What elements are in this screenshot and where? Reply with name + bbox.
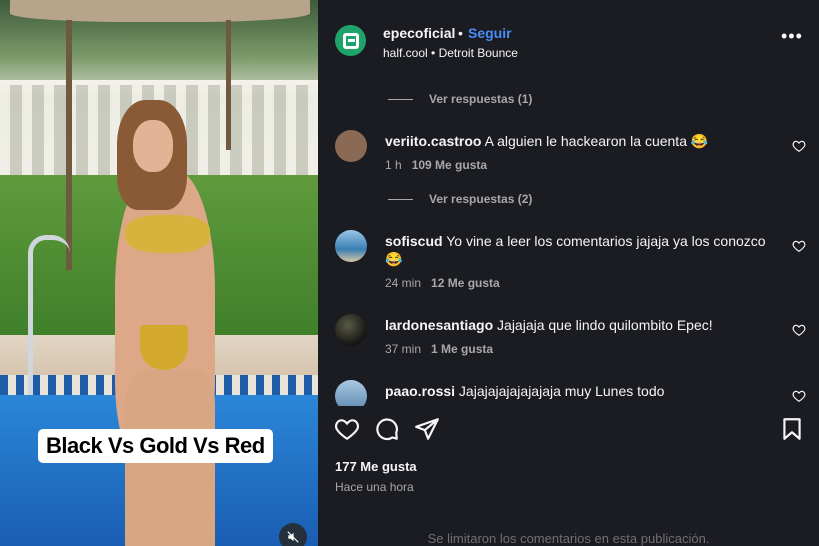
audio-label[interactable]: half.cool • Detroit Bounce — [383, 46, 518, 60]
post-header: epecoficial • Seguir half.cool • Detroit… — [318, 0, 819, 70]
comment-text: lardonesantiago Jajajaja que lindo quilo… — [385, 317, 713, 333]
comment-text: veriito.castroo A alguien le hackearon l… — [385, 133, 709, 149]
avatar[interactable] — [335, 380, 367, 406]
comment-username[interactable]: sofiscud — [385, 233, 443, 249]
comment-username[interactable]: paao.rossi — [385, 383, 455, 399]
comment-icon[interactable] — [374, 416, 400, 442]
post-timestamp[interactable]: Hace una hora — [335, 480, 414, 494]
media-umbrella-pole — [66, 20, 72, 270]
comment-meta: 1 h 109 Me gusta — [385, 158, 488, 172]
username-link[interactable]: epecoficial — [383, 25, 455, 41]
likes-count[interactable]: 177 Me gusta — [335, 459, 417, 474]
comment-username[interactable]: lardonesantiago — [385, 317, 493, 333]
more-options-icon[interactable]: ••• — [781, 27, 803, 45]
comment-meta: 37 min 1 Me gusta — [385, 342, 494, 356]
profile-avatar[interactable] — [335, 25, 366, 56]
comments-list[interactable]: Ver respuestas (1) veriito.castroo A alg… — [318, 76, 819, 406]
comment-meta: 24 min 12 Me gusta — [385, 276, 500, 290]
comment-text: sofiscud Yo vine a leer los comentarios … — [385, 233, 766, 267]
view-replies-button[interactable]: Ver respuestas (1) — [388, 92, 532, 106]
comment-likes[interactable]: 1 Me gusta — [431, 342, 493, 356]
comment-text: paao.rossi Jajajajajajajajaja muy Lunes … — [385, 383, 665, 399]
like-icon[interactable] — [334, 416, 360, 442]
media-person — [95, 100, 245, 546]
avatar[interactable] — [335, 230, 367, 262]
save-bookmark-icon[interactable] — [779, 416, 805, 442]
comments-limited-notice: Se limitaron los comentarios en esta pub… — [427, 531, 710, 546]
video-caption: Black Vs Gold Vs Red — [38, 429, 273, 463]
mute-button[interactable] — [279, 523, 307, 546]
comment-likes[interactable]: 109 Me gusta — [412, 158, 487, 172]
media-umbrella — [10, 0, 310, 22]
like-comment-icon[interactable] — [792, 239, 806, 253]
avatar[interactable] — [335, 130, 367, 162]
post-media[interactable]: Black Vs Gold Vs Red — [0, 0, 318, 546]
follow-button[interactable]: Seguir — [468, 25, 512, 41]
view-replies-button[interactable]: Ver respuestas (2) — [388, 192, 532, 206]
avatar[interactable] — [335, 314, 367, 346]
post-actions-bar — [318, 412, 819, 448]
like-comment-icon[interactable] — [792, 323, 806, 337]
separator-dot: • — [458, 25, 463, 41]
comment-likes[interactable]: 12 Me gusta — [431, 276, 500, 290]
comment-username[interactable]: veriito.castroo — [385, 133, 481, 149]
like-comment-icon[interactable] — [792, 139, 806, 153]
mute-icon — [287, 531, 299, 543]
post-side-panel: epecoficial • Seguir half.cool • Detroit… — [318, 0, 819, 546]
share-icon[interactable] — [414, 416, 440, 442]
media-pool-ladder — [28, 235, 70, 395]
like-comment-icon[interactable] — [792, 389, 806, 403]
